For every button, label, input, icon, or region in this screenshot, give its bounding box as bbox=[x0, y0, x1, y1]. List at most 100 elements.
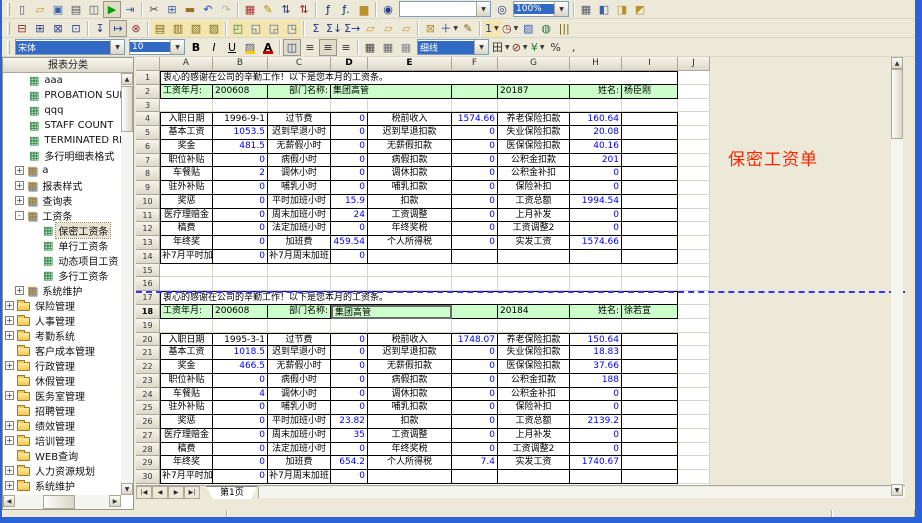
slip-header-label[interactable] bbox=[452, 85, 498, 99]
expand-plus-icon[interactable]: + bbox=[5, 361, 14, 370]
expand-plus-icon[interactable]: + bbox=[15, 286, 24, 295]
salary-value[interactable]: 0 bbox=[452, 401, 498, 415]
slip-header-value[interactable]: 徐若宣 bbox=[622, 305, 678, 319]
tree-item-休假管理[interactable]: 休假管理 bbox=[3, 373, 121, 388]
grid-cell[interactable] bbox=[331, 277, 368, 291]
salary-cell[interactable] bbox=[622, 250, 678, 264]
expand-plus-icon[interactable]: + bbox=[5, 421, 14, 430]
tree-scroll-right-icon[interactable]: ▶ bbox=[109, 495, 121, 507]
salary-value[interactable]: 0 bbox=[213, 374, 268, 388]
salary-cell[interactable] bbox=[622, 456, 678, 470]
column-header-D[interactable]: D bbox=[331, 57, 368, 71]
salary-value[interactable]: 1996-9-1 bbox=[213, 112, 268, 126]
tree-item-客户成本管理[interactable]: 客户成本管理 bbox=[3, 343, 121, 358]
grid-cell[interactable] bbox=[678, 126, 710, 140]
grid-cell[interactable] bbox=[452, 277, 498, 291]
salary-value[interactable]: 35 bbox=[331, 429, 368, 443]
panel-right-button[interactable]: ◩ bbox=[631, 1, 649, 18]
grid-cell[interactable] bbox=[678, 181, 710, 195]
tree-item-单行工资条[interactable]: ▦单行工资条 bbox=[3, 238, 121, 253]
tree-item-培训管理[interactable]: +培训管理 bbox=[3, 433, 121, 448]
column-header-C[interactable]: C bbox=[268, 57, 331, 71]
expand-plus-icon[interactable]: + bbox=[15, 166, 24, 175]
salary-value[interactable]: 23.82 bbox=[331, 415, 368, 429]
row-header-15[interactable]: 15 bbox=[136, 264, 160, 278]
salary-label[interactable]: 调休小时 bbox=[268, 388, 331, 402]
salary-value[interactable]: 0 bbox=[331, 250, 368, 264]
grid-cell[interactable] bbox=[570, 264, 622, 278]
salary-value[interactable]: 0 bbox=[452, 181, 498, 195]
salary-label[interactable]: 失业保险扣款 bbox=[498, 126, 570, 140]
grid-cell[interactable] bbox=[331, 264, 368, 278]
sum-column-button[interactable]: Σ↓ bbox=[325, 20, 343, 37]
salary-label[interactable]: 病假小时 bbox=[268, 154, 331, 168]
salary-value[interactable]: 37.66 bbox=[570, 360, 622, 374]
grid-cell[interactable] bbox=[368, 319, 452, 333]
zoom-select-combo[interactable]: 100%▼ bbox=[513, 1, 569, 17]
row-header-25[interactable]: 25 bbox=[136, 401, 160, 415]
salary-value[interactable]: 466.5 bbox=[213, 360, 268, 374]
grid-cell[interactable] bbox=[622, 319, 678, 333]
salary-cell[interactable] bbox=[622, 140, 678, 154]
chevron-down-icon[interactable]: ▼ bbox=[514, 25, 519, 32]
salary-label[interactable]: 迟到早退扣款 bbox=[368, 346, 452, 360]
grid-cell[interactable] bbox=[678, 195, 710, 209]
tree-scroll-down-icon[interactable]: ▼ bbox=[121, 483, 133, 495]
salary-value[interactable]: 0 bbox=[570, 167, 622, 181]
salary-value[interactable]: 0 bbox=[331, 401, 368, 415]
tree-item-招聘管理[interactable]: 招聘管理 bbox=[3, 403, 121, 418]
row-header-8[interactable]: 8 bbox=[136, 167, 160, 181]
tree-item-人事管理[interactable]: +人事管理 bbox=[3, 313, 121, 328]
select-all-corner[interactable] bbox=[136, 57, 160, 71]
salary-label[interactable]: 哺乳小时 bbox=[268, 401, 331, 415]
grid-cell[interactable] bbox=[678, 209, 710, 223]
row-header-14[interactable]: 14 bbox=[136, 250, 160, 264]
salary-value[interactable]: 0 bbox=[213, 401, 268, 415]
salary-cell[interactable] bbox=[622, 346, 678, 360]
folder-open-report-button[interactable]: ▱ bbox=[361, 20, 379, 37]
salary-label[interactable]: 年终奖 bbox=[160, 456, 213, 470]
grid-cell[interactable] bbox=[678, 250, 710, 264]
tree-item-考勤系统[interactable]: +考勤系统 bbox=[3, 328, 121, 343]
salary-label[interactable]: 工资调整2 bbox=[498, 443, 570, 457]
row-header-3[interactable]: 3 bbox=[136, 99, 160, 113]
salary-value[interactable]: 0 bbox=[213, 195, 268, 209]
salary-label[interactable]: 平时加班小时 bbox=[268, 195, 331, 209]
paste-button[interactable]: ▬ bbox=[181, 1, 199, 18]
salary-label[interactable]: 病假扣款 bbox=[368, 374, 452, 388]
grid-cell[interactable] bbox=[678, 319, 710, 333]
grid-cell[interactable] bbox=[213, 319, 268, 333]
copy-button[interactable]: ⊞ bbox=[163, 1, 181, 18]
salary-label[interactable]: 补7月周末加班 bbox=[268, 470, 331, 484]
slip-header-label[interactable]: 姓名: bbox=[570, 85, 622, 99]
salary-label[interactable]: 个人所得税 bbox=[368, 236, 452, 250]
salary-label[interactable]: 驻外补贴 bbox=[160, 401, 213, 415]
last-sheet-button[interactable]: ▶| bbox=[184, 486, 200, 499]
insert-table-col-button[interactable]: ▥ bbox=[169, 20, 187, 37]
salary-value[interactable]: 654.2 bbox=[331, 456, 368, 470]
sheet-scroll-up-icon[interactable]: ▲ bbox=[891, 57, 903, 69]
salary-label[interactable]: 法定加班小时 bbox=[268, 222, 331, 236]
currency-format-button[interactable]: ¥▼ bbox=[529, 39, 547, 56]
print-button[interactable]: ▤ bbox=[67, 1, 85, 18]
grid-cell[interactable] bbox=[213, 99, 268, 113]
salary-label[interactable]: 入职日期 bbox=[160, 112, 213, 126]
prev-sheet-button[interactable]: ◀ bbox=[152, 486, 168, 499]
salary-cell[interactable] bbox=[622, 470, 678, 484]
salary-cell[interactable] bbox=[622, 167, 678, 181]
slip-header-value[interactable]: 200608 bbox=[213, 305, 268, 319]
salary-value[interactable]: 481.5 bbox=[213, 140, 268, 154]
slip-header-value[interactable]: 集团高管 bbox=[331, 305, 452, 319]
salary-value[interactable]: 0 bbox=[331, 112, 368, 126]
row-header-7[interactable]: 7 bbox=[136, 154, 160, 168]
cut-button[interactable]: ✂ bbox=[145, 1, 163, 18]
grid-cell[interactable] bbox=[213, 277, 268, 291]
column-header-G[interactable]: G bbox=[498, 57, 570, 71]
salary-label[interactable]: 税前收入 bbox=[368, 112, 452, 126]
row-header-28[interactable]: 28 bbox=[136, 443, 160, 457]
grid-cell[interactable] bbox=[570, 277, 622, 291]
salary-label[interactable]: 个人所得税 bbox=[368, 456, 452, 470]
tree-item-qqq[interactable]: ▦qqq bbox=[3, 103, 121, 118]
grid-cell[interactable] bbox=[622, 99, 678, 113]
chart-button[interactable]: ▆ bbox=[355, 1, 373, 18]
